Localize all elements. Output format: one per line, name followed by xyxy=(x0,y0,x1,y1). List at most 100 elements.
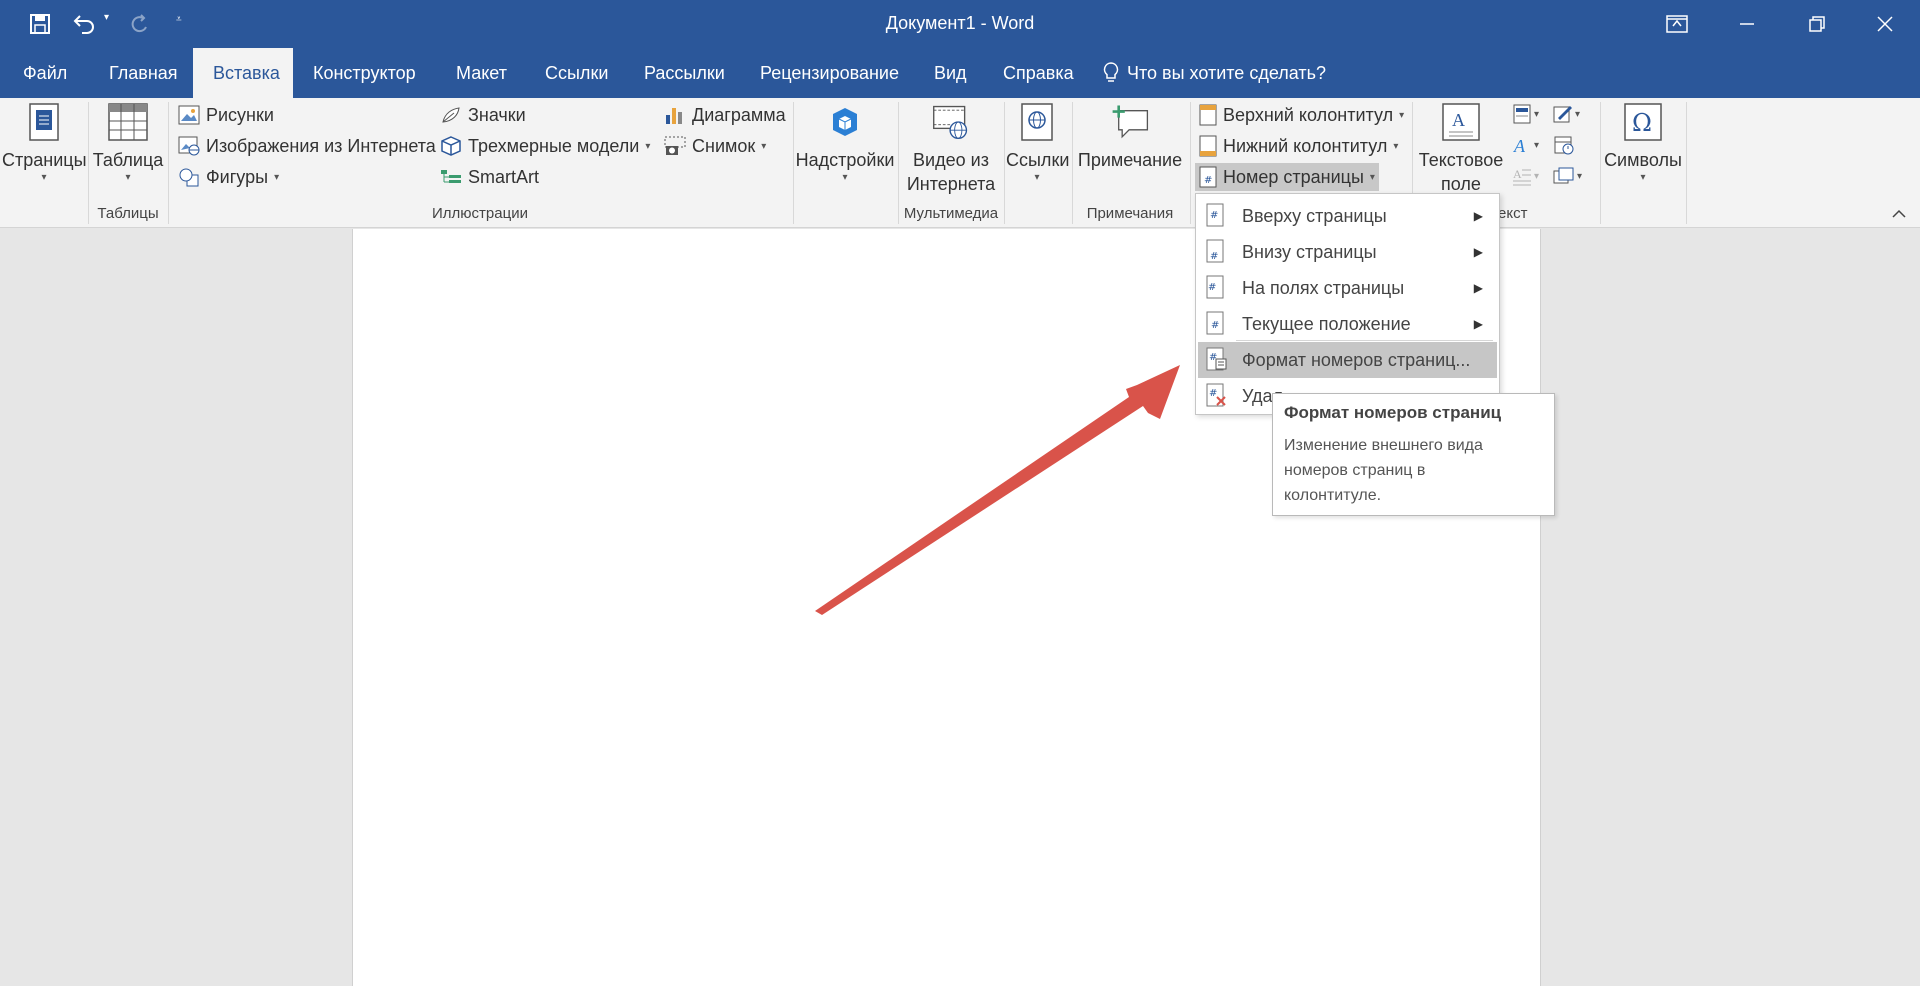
menu-item-top-of-page[interactable]: # Вверху страницы ▶ xyxy=(1198,198,1497,234)
picture-icon xyxy=(178,105,200,125)
tooltip-text-line1: Изменение внешнего вида xyxy=(1284,437,1483,454)
chevron-down-icon: ▾ xyxy=(1640,172,1646,183)
tab-design[interactable]: Конструктор xyxy=(293,48,436,98)
format-page-numbers-icon: # xyxy=(1206,347,1228,373)
wordart-button[interactable]: A ▾ xyxy=(1508,131,1543,159)
screenshot-button[interactable]: Снимок ▾ xyxy=(660,132,770,160)
group-label-media: Мультимедиа xyxy=(903,205,999,222)
tooltip-text-line2: номеров страниц в xyxy=(1284,462,1426,479)
screenshot-label: Снимок xyxy=(692,135,756,156)
menu-item-format-page-numbers[interactable]: # Формат номеров страниц... xyxy=(1198,342,1497,378)
chart-button[interactable]: Диаграмма xyxy=(660,101,790,129)
close-icon[interactable] xyxy=(1850,0,1920,48)
tab-file[interactable]: Файл xyxy=(3,48,87,98)
group-divider xyxy=(88,102,89,224)
svg-text:#: # xyxy=(1209,388,1217,399)
pages-label: Страницы xyxy=(2,150,87,170)
menu-item-label: Текущее положение xyxy=(1242,313,1411,334)
object-button[interactable]: ▾ xyxy=(1549,162,1586,190)
store-icon xyxy=(825,102,865,142)
video-icon xyxy=(931,102,971,142)
tab-review[interactable]: Рецензирование xyxy=(740,48,919,98)
links-label: Ссылки xyxy=(1006,150,1070,170)
footer-label: Нижний колонтитул xyxy=(1223,135,1388,156)
signature-icon xyxy=(1553,106,1572,123)
svg-text:Ω: Ω xyxy=(1632,109,1652,137)
tab-references[interactable]: Ссылки xyxy=(525,48,628,98)
online-picture-icon xyxy=(178,136,200,156)
group-label-text: екст xyxy=(1498,205,1528,222)
menu-item-current-position[interactable]: # Текущее положение ▶ xyxy=(1198,306,1497,342)
tab-home[interactable]: Главная xyxy=(89,48,198,98)
comment-button[interactable]: Примечание xyxy=(1074,102,1186,172)
page-number-icon: # xyxy=(1206,311,1228,337)
shapes-label: Фигуры xyxy=(206,166,269,187)
icons-button[interactable]: Значки xyxy=(436,101,530,129)
svg-text:A: A xyxy=(1452,110,1465,130)
table-label: Таблица xyxy=(92,150,164,170)
page-number-button[interactable]: # Номер страницы ▾ xyxy=(1195,163,1379,191)
tab-view[interactable]: Вид xyxy=(914,48,987,98)
group-label-illustrations: Иллюстрации xyxy=(432,205,528,222)
tell-me-box[interactable]: Что вы хотите сделать? xyxy=(1103,48,1326,98)
online-pictures-button[interactable]: Изображения из Интернета xyxy=(174,132,440,160)
header-icon xyxy=(1199,104,1217,126)
footer-button[interactable]: Нижний колонтитул ▾ xyxy=(1195,132,1402,160)
header-button[interactable]: Верхний колонтитул ▾ xyxy=(1195,101,1408,129)
minimize-icon[interactable] xyxy=(1712,0,1782,48)
submenu-arrow-icon: ▶ xyxy=(1473,245,1483,259)
footer-icon xyxy=(1199,135,1217,157)
tab-layout[interactable]: Макет xyxy=(436,48,527,98)
restore-icon[interactable] xyxy=(1782,0,1852,48)
chevron-down-icon: ▾ xyxy=(761,140,767,152)
symbols-button[interactable]: Ω Символы ▾ xyxy=(1602,102,1684,184)
3d-models-button[interactable]: Трехмерные модели ▾ xyxy=(436,132,654,160)
icons-label: Значки xyxy=(468,104,526,125)
menu-item-page-margins[interactable]: # На полях страницы ▶ xyxy=(1198,270,1497,306)
addins-label: Надстройки xyxy=(795,150,895,170)
pages-icon xyxy=(24,102,64,142)
omega-icon: Ω xyxy=(1623,102,1663,142)
menu-item-bottom-of-page[interactable]: # Внизу страницы ▶ xyxy=(1198,234,1497,270)
collapse-ribbon-icon[interactable] xyxy=(1892,206,1906,222)
group-divider xyxy=(1600,102,1601,224)
lightbulb-icon xyxy=(1103,62,1119,82)
chevron-down-icon: ▾ xyxy=(274,171,280,183)
chevron-down-icon: ▾ xyxy=(645,140,651,152)
textbox-button[interactable]: A Текстовое поле xyxy=(1414,102,1508,196)
group-divider xyxy=(1190,102,1191,224)
tooltip-title: Формат номеров страниц xyxy=(1284,403,1502,422)
ribbon-insert: Страницы ▾ Таблица ▾ Таблицы Рисунки Изо… xyxy=(0,98,1920,228)
tab-help[interactable]: Справка xyxy=(983,48,1094,98)
chevron-down-icon: ▾ xyxy=(1575,108,1581,120)
quick-parts-button[interactable]: ▾ xyxy=(1508,100,1543,128)
ribbon-display-options-icon[interactable] xyxy=(1642,0,1712,48)
group-divider xyxy=(898,102,899,224)
signature-line-button[interactable]: ▾ xyxy=(1549,100,1584,128)
tooltip-format-page-numbers: Формат номеров страниц Изменение внешнег… xyxy=(1272,393,1555,516)
quick-parts-icon xyxy=(1513,104,1531,124)
smartart-button[interactable]: SmartArt xyxy=(436,163,543,191)
online-video-button[interactable]: Видео из Интернета xyxy=(900,102,1002,196)
remove-page-numbers-icon: # xyxy=(1206,383,1228,409)
chevron-down-icon: ▾ xyxy=(1534,139,1540,151)
chevron-down-icon: ▾ xyxy=(1369,171,1375,183)
shapes-button[interactable]: Фигуры ▾ xyxy=(174,163,283,191)
pages-button[interactable]: Страницы ▾ xyxy=(2,102,87,184)
chart-label: Диаграмма xyxy=(692,104,786,125)
pictures-label: Рисунки xyxy=(206,104,274,125)
links-button[interactable]: Ссылки ▾ xyxy=(1006,102,1070,184)
date-time-button[interactable] xyxy=(1549,131,1579,159)
chevron-down-icon: ▾ xyxy=(41,172,47,183)
addins-button[interactable]: Надстройки ▾ xyxy=(795,102,895,184)
tab-insert[interactable]: Вставка xyxy=(193,48,293,98)
group-divider xyxy=(168,102,169,224)
table-button[interactable]: Таблица ▾ xyxy=(92,102,164,184)
drop-cap-button[interactable]: A ▾ xyxy=(1508,162,1543,190)
new-comment-icon xyxy=(1110,102,1150,142)
tab-mailings[interactable]: Рассылки xyxy=(624,48,745,98)
group-divider xyxy=(1686,102,1687,224)
chevron-down-icon: ▾ xyxy=(842,172,848,183)
textbox-icon: A xyxy=(1441,102,1481,142)
pictures-button[interactable]: Рисунки xyxy=(174,101,278,129)
